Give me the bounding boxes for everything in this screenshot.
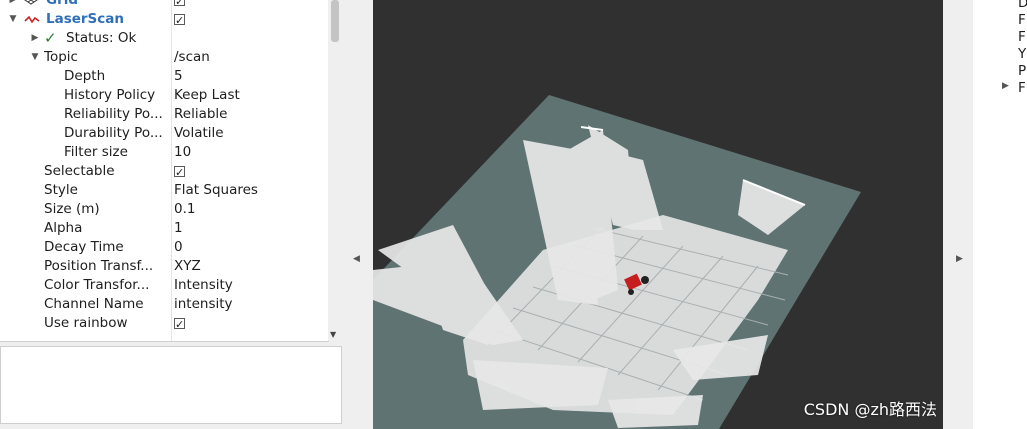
property-row[interactable]: Size (m) 0.1 bbox=[0, 200, 328, 219]
property-checkbox[interactable] bbox=[174, 10, 185, 30]
property-name: Topic bbox=[44, 49, 78, 65]
views-item[interactable]: Y bbox=[1018, 46, 1026, 62]
property-value[interactable]: 10 bbox=[174, 143, 191, 162]
displays-panel: ▶Grid▼LaserScan▶✓Status: Ok▼Topic/scanDe… bbox=[0, 0, 343, 429]
status-ok-check-icon: ✓ bbox=[44, 29, 57, 47]
property-name: Alpha bbox=[44, 220, 83, 236]
property-row[interactable]: Channel Name intensity bbox=[0, 295, 328, 314]
csdn-watermark: CSDN @zh路西法 bbox=[803, 400, 937, 419]
checkbox-checked-icon[interactable] bbox=[174, 0, 185, 11]
property-checkbox[interactable] bbox=[174, 162, 185, 182]
property-row[interactable]: Style Flat Squares bbox=[0, 181, 328, 200]
property-row[interactable]: Position Transf... XYZ bbox=[0, 257, 328, 276]
property-checkbox[interactable] bbox=[174, 314, 185, 334]
property-name: Reliability Po... bbox=[64, 106, 163, 122]
property-value[interactable]: Flat Squares bbox=[174, 181, 258, 200]
property-row[interactable]: Reliability Po... Reliable bbox=[0, 105, 328, 124]
right-splitter[interactable]: ▶ bbox=[943, 0, 973, 429]
description-panel bbox=[0, 346, 342, 424]
property-value[interactable]: 1 bbox=[174, 219, 183, 238]
expand-right-icon[interactable]: ▶ bbox=[8, 0, 18, 10]
scroll-down-arrow-icon[interactable]: ▼ bbox=[330, 330, 336, 339]
property-name: Channel Name bbox=[44, 296, 144, 312]
views-item[interactable]: D bbox=[1018, 0, 1027, 11]
property-name: Style bbox=[44, 182, 78, 198]
render-3d-view[interactable]: CSDN @zh路西法 bbox=[373, 0, 943, 429]
property-name: Status: Ok bbox=[66, 30, 137, 46]
property-name: Position Transf... bbox=[44, 258, 154, 274]
property-checkbox[interactable] bbox=[174, 0, 185, 11]
checkbox-checked-icon[interactable] bbox=[174, 315, 185, 334]
property-name: Color Transfor... bbox=[44, 277, 150, 293]
property-row[interactable]: ▼ Topic/scan bbox=[0, 48, 328, 67]
checkbox-checked-icon[interactable] bbox=[174, 11, 185, 30]
property-value[interactable]: /scan bbox=[174, 48, 210, 67]
checkbox-checked-icon[interactable] bbox=[174, 163, 185, 182]
property-value[interactable]: Keep Last bbox=[174, 86, 240, 105]
property-name: Grid bbox=[46, 0, 79, 8]
property-name: LaserScan bbox=[46, 11, 125, 27]
property-value[interactable]: intensity bbox=[174, 295, 233, 314]
property-value[interactable]: 0.1 bbox=[174, 200, 195, 219]
views-panel: D F F Y P F ▶ bbox=[973, 0, 1027, 429]
laserscan-icon bbox=[24, 10, 40, 29]
displays-tree[interactable]: ▶Grid▼LaserScan▶✓Status: Ok▼Topic/scanDe… bbox=[0, 0, 329, 342]
property-row[interactable]: Color Transfor... Intensity bbox=[0, 276, 328, 295]
property-name: Durability Po... bbox=[64, 125, 163, 141]
views-item[interactable]: F bbox=[1018, 29, 1026, 45]
expand-down-icon[interactable]: ▼ bbox=[30, 48, 40, 67]
property-row[interactable]: ▼ LaserScan bbox=[0, 10, 328, 30]
property-row[interactable]: History Policy Keep Last bbox=[0, 86, 328, 105]
property-row[interactable]: Durability Po... Volatile bbox=[0, 124, 328, 143]
property-row[interactable]: ▶ ✓ Status: Ok bbox=[0, 29, 328, 48]
property-row[interactable]: Use rainbow bbox=[0, 314, 328, 334]
property-name: Size (m) bbox=[44, 201, 100, 217]
triangle-right-icon[interactable]: ▶ bbox=[956, 254, 963, 264]
property-row[interactable]: Depth 5 bbox=[0, 67, 328, 86]
property-name: History Policy bbox=[64, 87, 156, 103]
property-value[interactable]: 0 bbox=[174, 238, 183, 257]
property-row[interactable]: Filter size 10 bbox=[0, 143, 328, 162]
views-item[interactable]: F bbox=[1018, 80, 1026, 96]
property-row[interactable]: Alpha 1 bbox=[0, 219, 328, 238]
property-value[interactable]: XYZ bbox=[174, 257, 201, 276]
scrollbar-thumb[interactable] bbox=[331, 0, 339, 42]
expand-right-icon[interactable]: ▶ bbox=[30, 29, 40, 48]
property-name: Filter size bbox=[64, 144, 128, 160]
property-name: Use rainbow bbox=[44, 315, 128, 331]
triangle-left-icon[interactable]: ◀ bbox=[353, 254, 360, 264]
views-item[interactable]: F bbox=[1018, 12, 1026, 28]
property-name: Decay Time bbox=[44, 239, 124, 255]
property-row[interactable]: ▶ Grid bbox=[0, 0, 328, 11]
property-value[interactable]: Reliable bbox=[174, 105, 227, 124]
expand-down-icon[interactable]: ▼ bbox=[8, 10, 18, 29]
property-name: Depth bbox=[64, 68, 106, 84]
scan-scene bbox=[373, 95, 861, 429]
left-splitter[interactable]: ◀ bbox=[343, 0, 373, 429]
property-row[interactable]: Selectable bbox=[0, 162, 328, 182]
grid-icon bbox=[24, 0, 38, 10]
displays-scrollbar[interactable]: ▼ bbox=[328, 0, 342, 341]
views-item[interactable]: P bbox=[1018, 63, 1026, 79]
triangle-right-icon[interactable]: ▶ bbox=[1002, 81, 1009, 91]
property-name: Selectable bbox=[44, 163, 115, 179]
property-value[interactable]: Volatile bbox=[174, 124, 224, 143]
property-value[interactable]: Intensity bbox=[174, 276, 233, 295]
property-value[interactable]: 5 bbox=[174, 67, 183, 86]
property-row[interactable]: Decay Time 0 bbox=[0, 238, 328, 257]
